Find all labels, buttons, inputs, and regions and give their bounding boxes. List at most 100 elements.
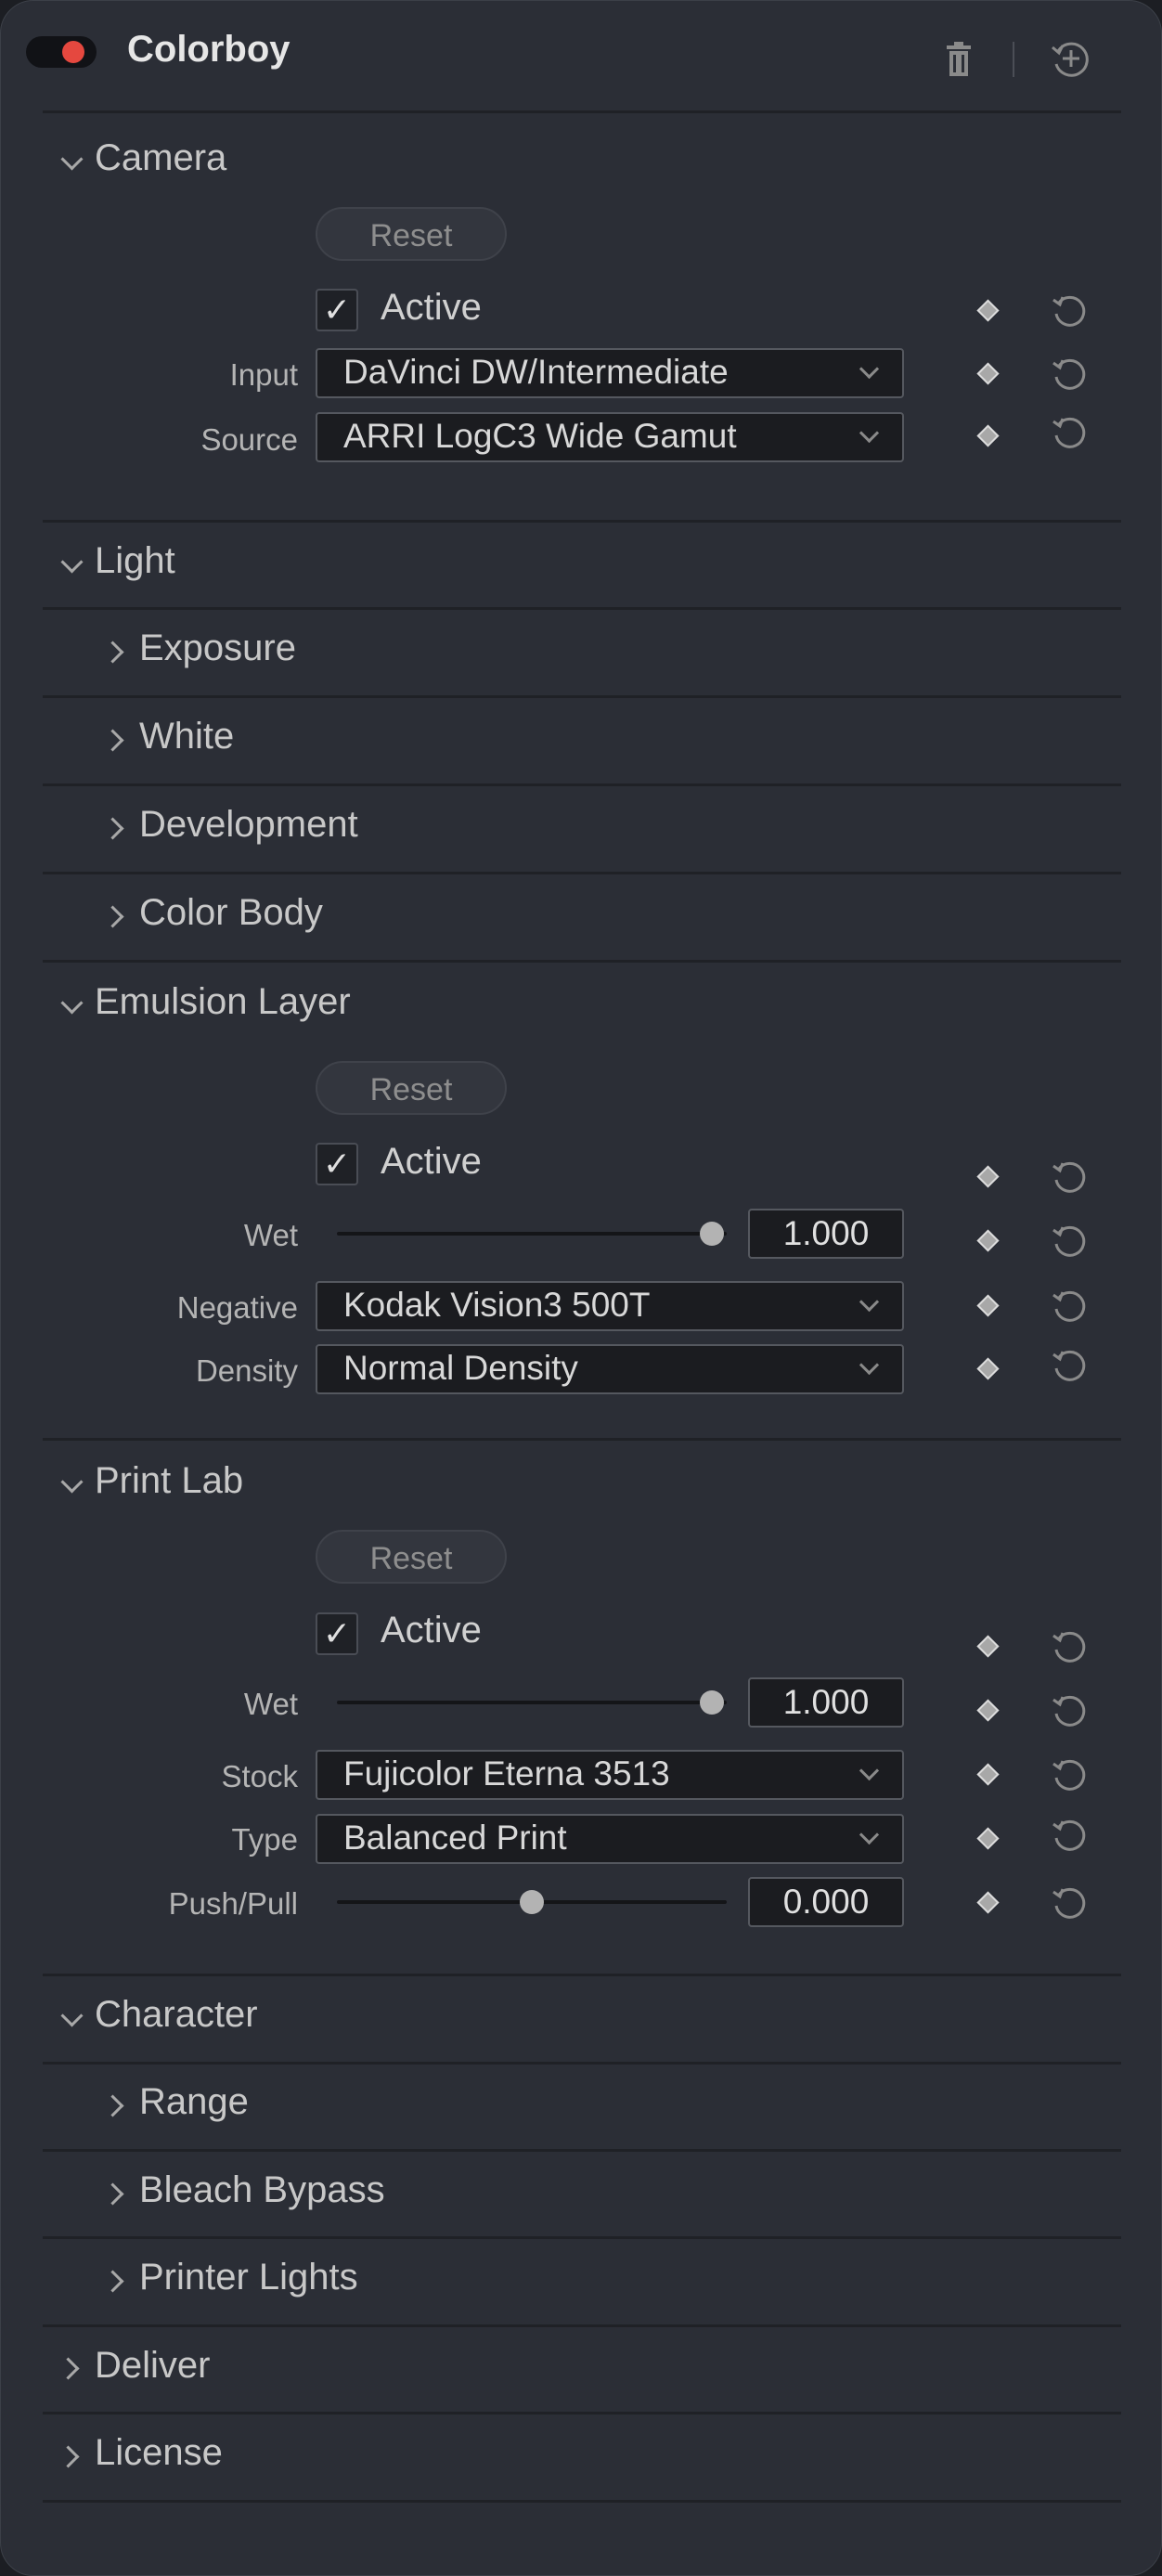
divider (43, 2412, 1121, 2414)
chevron-down-icon[interactable] (60, 2004, 84, 2027)
chevron-down-icon (859, 1291, 880, 1313)
reset-param-icon[interactable] (1051, 1346, 1090, 1385)
pushpull-slider-thumb[interactable] (520, 1890, 544, 1914)
input-dropdown[interactable]: DaVinci DW/Intermediate (316, 348, 904, 398)
density-label: Density (195, 1353, 298, 1388)
chevron-down-icon[interactable] (60, 1470, 84, 1494)
negative-value: Kodak Vision3 500T (343, 1286, 651, 1324)
chevron-down-icon[interactable] (60, 991, 84, 1015)
chevron-right-icon[interactable] (101, 729, 124, 752)
pushpull-label: Push/Pull (168, 1886, 298, 1921)
subsection-range[interactable]: Range (139, 2081, 249, 2123)
reset-param-icon[interactable] (1051, 1883, 1090, 1922)
subsection-color-body[interactable]: Color Body (139, 892, 323, 934)
print-wet-slider-thumb[interactable] (700, 1690, 724, 1715)
chevron-right-icon[interactable] (101, 905, 124, 928)
emulsion-wet-label: Wet (243, 1218, 298, 1252)
keyframe-icon[interactable] (976, 1763, 1000, 1786)
print-wet-slider[interactable] (337, 1701, 727, 1704)
keyframe-icon[interactable] (976, 1165, 1000, 1188)
density-dropdown[interactable]: Normal Density (316, 1344, 904, 1394)
reset-param-icon[interactable] (1051, 413, 1090, 452)
section-print-lab-title[interactable]: Print Lab (95, 1460, 243, 1502)
subsection-development[interactable]: Development (139, 804, 358, 846)
type-label: Type (231, 1822, 298, 1857)
reset-param-icon[interactable] (1051, 1222, 1090, 1261)
source-value: ARRI LogC3 Wide Gamut (343, 417, 737, 455)
keyframe-icon[interactable] (976, 1635, 1000, 1658)
section-camera-title[interactable]: Camera (95, 137, 226, 179)
subsection-exposure[interactable]: Exposure (139, 628, 296, 669)
keyframe-icon[interactable] (976, 362, 1000, 385)
reset-param-icon[interactable] (1051, 291, 1090, 330)
keyframe-icon[interactable] (976, 1357, 1000, 1380)
print-lab-reset-button[interactable]: Reset (316, 1530, 507, 1584)
negative-label: Negative (176, 1290, 298, 1325)
divider (43, 1974, 1121, 1976)
add-preset-icon[interactable] (1051, 38, 1091, 79)
print-wet-label: Wet (243, 1687, 298, 1721)
reset-param-icon[interactable] (1051, 1158, 1090, 1197)
camera-active-checkbox[interactable]: ✓ (316, 289, 358, 331)
keyframe-icon[interactable] (976, 424, 1000, 447)
emulsion-wet-slider-thumb[interactable] (700, 1222, 724, 1246)
chevron-right-icon[interactable] (101, 817, 124, 840)
keyframe-icon[interactable] (976, 1294, 1000, 1317)
pushpull-value[interactable]: 0.000 (748, 1877, 904, 1927)
section-deliver-title[interactable]: Deliver (95, 2345, 210, 2387)
reset-param-icon[interactable] (1051, 1287, 1090, 1326)
chevron-down-icon (859, 1760, 880, 1781)
stock-dropdown[interactable]: Fujicolor Eterna 3513 (316, 1750, 904, 1800)
keyframe-icon[interactable] (976, 1827, 1000, 1850)
trash-icon[interactable] (945, 42, 973, 77)
subsection-bleach-bypass[interactable]: Bleach Bypass (139, 2169, 385, 2211)
section-light-title[interactable]: Light (95, 540, 175, 582)
enable-toggle[interactable] (26, 36, 97, 68)
keyframe-icon[interactable] (976, 299, 1000, 322)
emulsion-wet-slider[interactable] (337, 1232, 727, 1236)
emulsion-wet-value[interactable]: 1.000 (748, 1209, 904, 1259)
chevron-right-icon[interactable] (57, 2357, 80, 2380)
stock-label: Stock (221, 1759, 298, 1793)
type-value: Balanced Print (343, 1819, 567, 1857)
reset-param-icon[interactable] (1051, 355, 1090, 394)
chevron-right-icon[interactable] (101, 641, 124, 664)
chevron-right-icon[interactable] (57, 2445, 80, 2468)
print-lab-active-label: Active (381, 1610, 482, 1650)
chevron-right-icon[interactable] (101, 2094, 124, 2117)
section-character-title[interactable]: Character (95, 1994, 258, 2036)
divider (43, 1438, 1121, 1441)
chevron-down-icon (859, 422, 880, 444)
emulsion-active-checkbox[interactable]: ✓ (316, 1143, 358, 1185)
keyframe-icon[interactable] (976, 1699, 1000, 1722)
reset-param-icon[interactable] (1051, 1816, 1090, 1855)
chevron-right-icon[interactable] (101, 2182, 124, 2206)
source-label: Source (200, 422, 298, 457)
divider (43, 2500, 1121, 2503)
section-license-title[interactable]: License (95, 2432, 223, 2474)
keyframe-icon[interactable] (976, 1891, 1000, 1914)
emulsion-reset-button[interactable]: Reset (316, 1061, 507, 1115)
density-value: Normal Density (343, 1349, 578, 1387)
subsection-white[interactable]: White (139, 716, 234, 757)
print-wet-value[interactable]: 1.000 (748, 1677, 904, 1728)
camera-active-label: Active (381, 287, 482, 328)
source-dropdown[interactable]: ARRI LogC3 Wide Gamut (316, 412, 904, 462)
negative-dropdown[interactable]: Kodak Vision3 500T (316, 1281, 904, 1331)
emulsion-active-label: Active (381, 1141, 482, 1182)
reset-param-icon[interactable] (1051, 1755, 1090, 1794)
divider (43, 2062, 1121, 2065)
chevron-down-icon[interactable] (60, 148, 84, 171)
subsection-printer-lights[interactable]: Printer Lights (139, 2257, 358, 2298)
camera-reset-button[interactable]: Reset (316, 207, 507, 261)
chevron-right-icon[interactable] (101, 2270, 124, 2293)
colorboy-panel: Colorboy Camera Reset ✓ Active Input DaV… (0, 0, 1162, 2576)
chevron-down-icon[interactable] (60, 550, 84, 574)
section-emulsion-title[interactable]: Emulsion Layer (95, 981, 351, 1023)
divider (43, 607, 1121, 610)
type-dropdown[interactable]: Balanced Print (316, 1814, 904, 1864)
print-lab-active-checkbox[interactable]: ✓ (316, 1612, 358, 1655)
reset-param-icon[interactable] (1051, 1627, 1090, 1666)
keyframe-icon[interactable] (976, 1229, 1000, 1252)
reset-param-icon[interactable] (1051, 1691, 1090, 1730)
